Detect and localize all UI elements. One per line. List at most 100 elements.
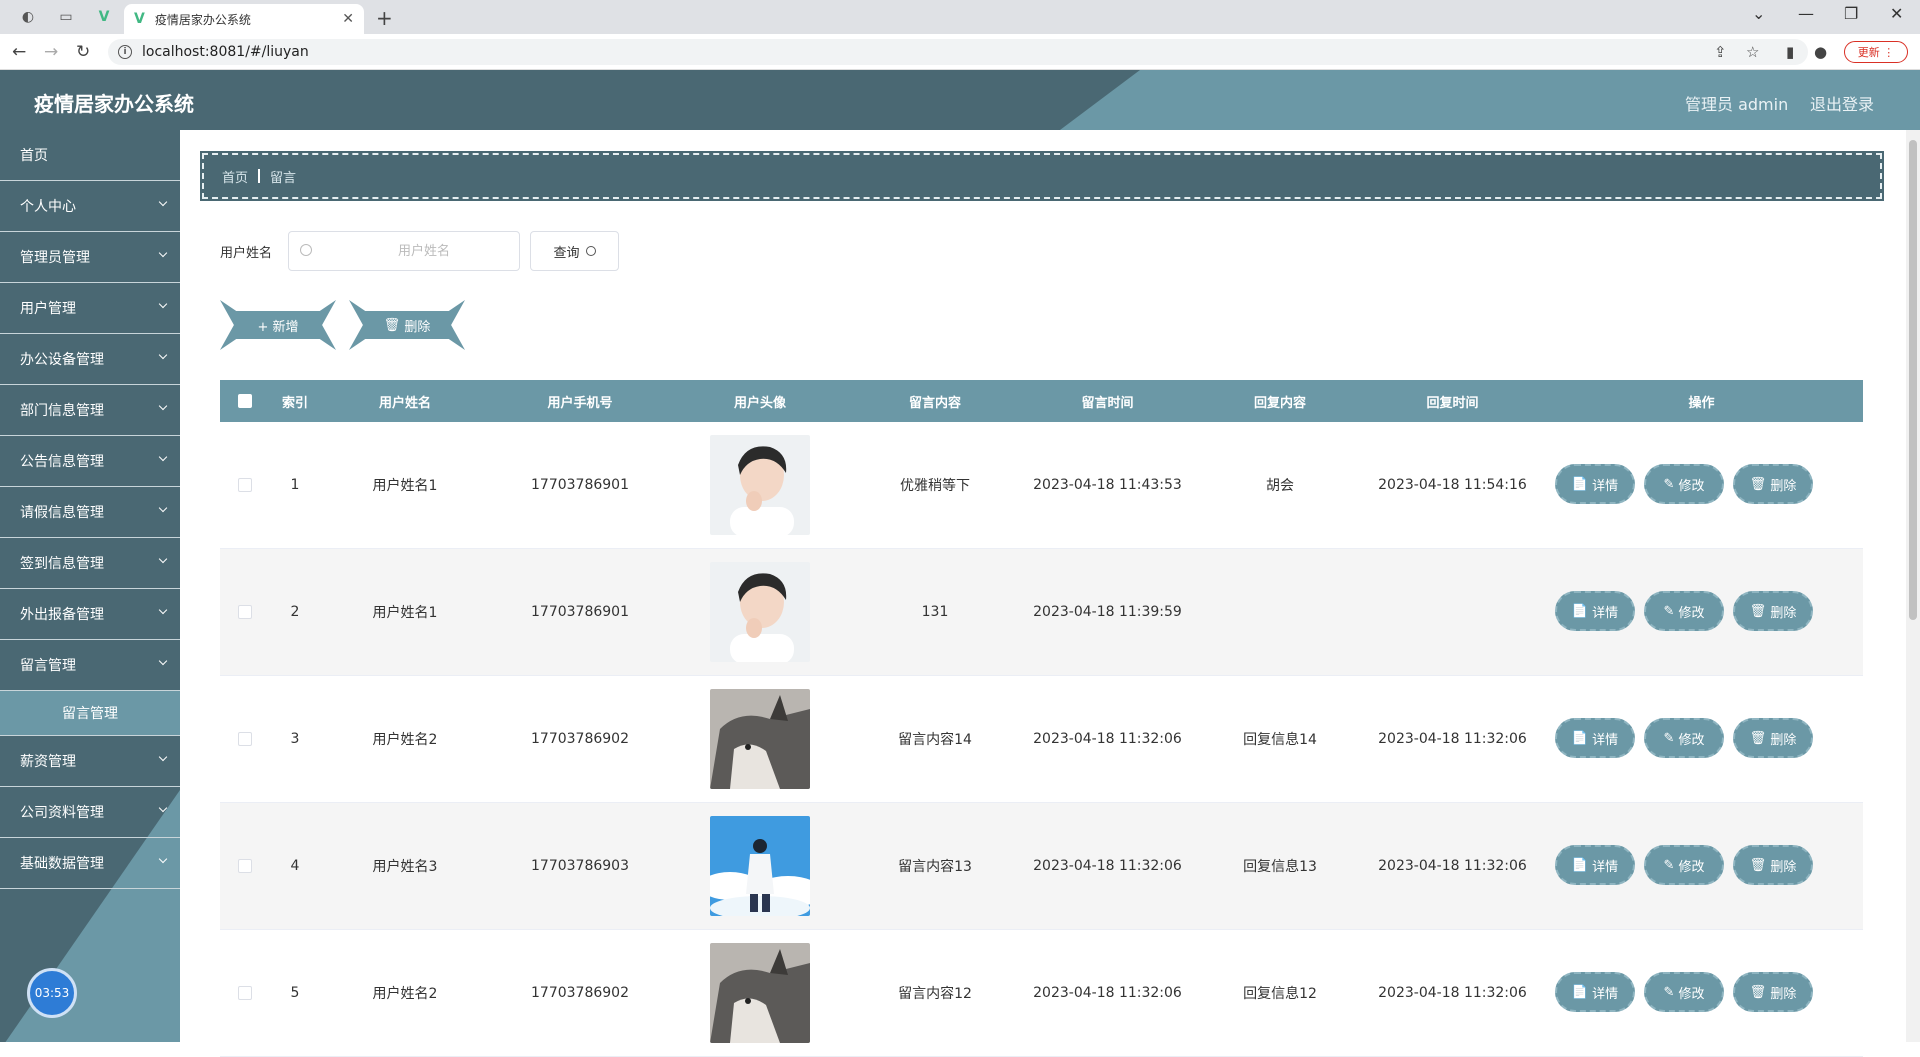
reload-icon[interactable]: ↻ xyxy=(76,42,90,62)
share-icon[interactable]: ⇪ xyxy=(1714,43,1727,61)
row-checkbox[interactable] xyxy=(238,859,252,873)
cell-name: 用户姓名3 xyxy=(372,859,438,875)
edit-icon: ✎ xyxy=(1663,857,1675,873)
sidebar-item-leave[interactable]: 请假信息管理 xyxy=(0,487,180,538)
window-close-icon[interactable]: ✕ xyxy=(1890,4,1903,23)
logout-link[interactable]: 退出登录 xyxy=(1810,91,1874,115)
update-button[interactable]: 更新 ⋮ xyxy=(1844,41,1908,63)
col-actions: 操作 xyxy=(1688,395,1715,411)
cell-reply xyxy=(1195,549,1365,675)
detail-button[interactable]: 📄 详情 xyxy=(1555,718,1635,758)
chevron-down-icon xyxy=(158,605,168,615)
user-avatar xyxy=(710,689,810,789)
row-checkbox[interactable] xyxy=(238,732,252,746)
delete-button[interactable]: 🗑 删除 xyxy=(1733,464,1813,504)
add-button[interactable]: + 新增 xyxy=(220,300,336,350)
sidebar-item-home[interactable]: 首页 xyxy=(0,130,180,181)
chevron-down-icon xyxy=(158,350,168,360)
profile-icon[interactable]: ● xyxy=(1814,43,1827,61)
chevron-down-icon xyxy=(158,752,168,762)
chevron-down-icon[interactable]: ⌄ xyxy=(1752,4,1765,23)
cell-reply: 回复信息13 xyxy=(1243,859,1317,875)
back-icon[interactable]: ← xyxy=(12,42,26,62)
edit-button[interactable]: ✎ 修改 xyxy=(1644,845,1724,885)
sidebar-item-outing[interactable]: 外出报备管理 xyxy=(0,589,180,640)
query-button[interactable]: 查询 xyxy=(530,231,619,271)
sidebar-item-users[interactable]: 用户管理 xyxy=(0,283,180,334)
sidebar-item-equipment[interactable]: 办公设备管理 xyxy=(0,334,180,385)
pinned-tab-icon[interactable]: ◐ xyxy=(14,5,42,29)
delete-button[interactable]: 🗑 删除 xyxy=(1733,845,1813,885)
cell-content: 留言内容12 xyxy=(898,986,972,1002)
detail-icon: 📄 xyxy=(1571,857,1589,873)
sidebar-item-admin[interactable]: 管理员管理 xyxy=(0,232,180,283)
delete-button[interactable]: 🗑 删除 xyxy=(1733,972,1813,1012)
cell-name: 用户姓名1 xyxy=(372,605,438,621)
cell-time: 2023-04-18 11:32:06 xyxy=(1033,731,1182,747)
app-header: 疫情居家办公系统 管理员 admin 退出登录 xyxy=(0,70,1920,130)
detail-button[interactable]: 📄 详情 xyxy=(1555,591,1635,631)
sidebar-item-profile[interactable]: 个人中心 xyxy=(0,181,180,232)
cell-reply: 胡会 xyxy=(1266,478,1294,494)
new-tab-icon[interactable]: + xyxy=(376,6,393,30)
detail-button[interactable]: 📄 详情 xyxy=(1555,464,1635,504)
sidebar-subitem-messages[interactable]: 留言管理 xyxy=(0,691,180,736)
chevron-down-icon xyxy=(158,197,168,207)
cell-reply-time xyxy=(1365,549,1540,675)
delete-button[interactable]: 🗑 删除 xyxy=(1733,718,1813,758)
user-avatar xyxy=(710,562,810,662)
close-icon[interactable]: ✕ xyxy=(342,11,354,27)
sidebar-item-salary[interactable]: 薪资管理 xyxy=(0,736,180,787)
cell-phone: 17703786901 xyxy=(531,604,629,620)
browser-tab[interactable]: V 疫情居家办公系统 ✕ xyxy=(124,4,364,34)
info-icon[interactable]: i xyxy=(118,45,132,59)
search-input[interactable] xyxy=(288,231,520,271)
edit-button[interactable]: ✎ 修改 xyxy=(1644,591,1724,631)
sidebar-item-notice[interactable]: 公告信息管理 xyxy=(0,436,180,487)
cell-reply-time: 2023-04-18 11:54:16 xyxy=(1378,477,1527,493)
user-avatar xyxy=(710,816,810,916)
url-box[interactable]: i localhost:8081/#/liuyan xyxy=(108,39,1808,65)
sidepanel-icon[interactable]: ▮ xyxy=(1786,43,1794,61)
edit-button[interactable]: ✎ 修改 xyxy=(1644,972,1724,1012)
detail-button[interactable]: 📄 详情 xyxy=(1555,972,1635,1012)
cell-reply: 回复信息14 xyxy=(1243,732,1317,748)
user-avatar xyxy=(710,435,810,535)
sidebar-item-department[interactable]: 部门信息管理 xyxy=(0,385,180,436)
sidebar-item-company-docs[interactable]: 公司资料管理 xyxy=(0,787,180,838)
sidebar-item-basic-data[interactable]: 基础数据管理 xyxy=(0,838,180,889)
vue-logo-icon: V xyxy=(134,11,145,27)
edit-button[interactable]: ✎ 修改 xyxy=(1644,464,1724,504)
vue-tab-icon[interactable]: V xyxy=(90,5,118,29)
row-checkbox[interactable] xyxy=(238,986,252,1000)
user-avatar xyxy=(710,943,810,1043)
cell-index: 3 xyxy=(290,731,300,747)
delete-button[interactable]: 🗑 删除 xyxy=(1733,591,1813,631)
forward-icon[interactable]: → xyxy=(44,42,58,62)
timer-badge[interactable]: 03:53 xyxy=(27,968,77,1018)
select-all-checkbox[interactable] xyxy=(238,394,252,408)
col-avatar: 用户头像 xyxy=(733,395,786,411)
sidebar-item-checkin[interactable]: 签到信息管理 xyxy=(0,538,180,589)
chevron-down-icon xyxy=(158,248,168,258)
row-checkbox[interactable] xyxy=(238,605,252,619)
cell-phone: 17703786901 xyxy=(531,477,629,493)
detail-button[interactable]: 📄 详情 xyxy=(1555,845,1635,885)
breadcrumb-home[interactable]: 首页 xyxy=(222,167,248,186)
star-icon[interactable]: ☆ xyxy=(1746,43,1759,61)
edit-button[interactable]: ✎ 修改 xyxy=(1644,718,1724,758)
restore-icon[interactable]: ❐ xyxy=(1844,4,1858,23)
batch-delete-button[interactable]: 🗑 删除 xyxy=(349,300,465,350)
cell-reply: 回复信息12 xyxy=(1243,986,1317,1002)
cell-time: 2023-04-18 11:43:53 xyxy=(1033,477,1182,493)
table-header: 索引 用户姓名 用户手机号 用户头像 留言内容 留言时间 回复内容 回复时间 操… xyxy=(220,380,1863,422)
pinned-tab-icon[interactable]: ▭ xyxy=(52,5,80,29)
cell-index: 1 xyxy=(290,477,300,493)
page-scrollbar[interactable] xyxy=(1906,130,1920,1042)
edit-icon: ✎ xyxy=(1663,476,1675,492)
minimize-icon[interactable]: — xyxy=(1798,4,1814,23)
row-checkbox[interactable] xyxy=(238,478,252,492)
sidebar-item-messages[interactable]: 留言管理 xyxy=(0,640,180,691)
sidebar: 首页 个人中心 管理员管理 用户管理 办公设备管理 部门信息管理 公告信息管理 … xyxy=(0,130,180,1042)
detail-icon: 📄 xyxy=(1571,603,1589,619)
